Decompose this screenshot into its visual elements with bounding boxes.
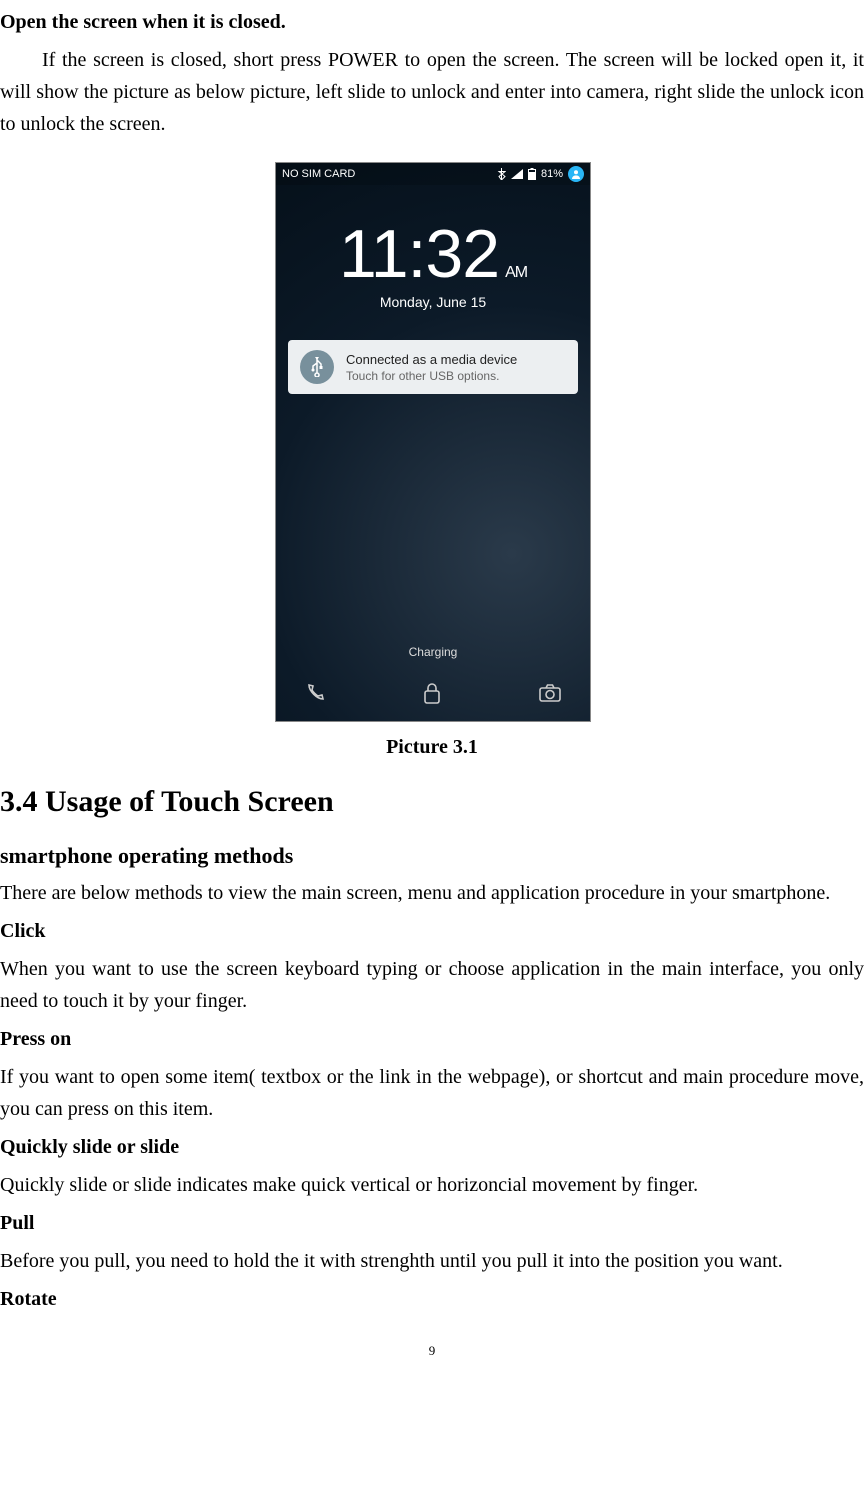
bluetooth-icon [497,168,506,180]
slide-para: Quickly slide or slide indicates make qu… [0,1169,864,1201]
page-number: 9 [0,1343,864,1359]
figure-lockscreen: NO SIM CARD 81% [275,162,589,722]
clock-ampm: AM [505,265,527,281]
heading-open-screen: Open the screen when it is closed. [0,6,864,38]
battery-icon [528,168,536,180]
charging-label: Charging [276,645,590,659]
usb-notification-text: Connected as a media device Touch for ot… [346,352,517,383]
usb-icon [300,350,334,384]
notif-subtitle: Touch for other USB options. [346,369,517,383]
clock-time-row: 11:32 AM [339,220,527,288]
pull-para: Before you pull, you need to hold the it… [0,1245,864,1277]
press-heading: Press on [0,1023,864,1055]
para-open-screen: If the screen is closed, short press POW… [0,44,864,140]
section-title: 3.4 Usage of Touch Screen [0,785,864,819]
lockscreen-bottom-row [276,665,590,721]
battery-percent: 81% [541,168,563,180]
subsection-title: smartphone operating methods [0,843,864,869]
rotate-heading: Rotate [0,1283,864,1315]
clock-date: Monday, June 15 [276,294,590,310]
pull-heading: Pull [0,1207,864,1239]
notif-title: Connected as a media device [346,352,517,367]
click-heading: Click [0,915,864,947]
figure-caption: Picture 3.1 [0,736,864,759]
lock-icon [422,681,442,705]
click-para: When you want to use the screen keyboard… [0,953,864,1017]
usb-notification: Connected as a media device Touch for ot… [288,340,578,394]
press-para: If you want to open some item( textbox o… [0,1061,864,1125]
status-carrier: NO SIM CARD [282,168,497,180]
lockscreen-clock: 11:32 AM Monday, June 15 [276,220,590,310]
user-icon [568,166,584,182]
camera-icon [538,683,562,703]
clock-time: 11:32 [339,220,499,288]
phone-icon [304,682,326,704]
status-bar: NO SIM CARD 81% [276,163,590,185]
slide-heading: Quickly slide or slide [0,1131,864,1163]
status-right-group: 81% [497,166,584,182]
signal-icon [511,169,523,179]
phone-screenshot: NO SIM CARD 81% [275,162,591,722]
methods-intro: There are below methods to view the main… [0,877,864,909]
